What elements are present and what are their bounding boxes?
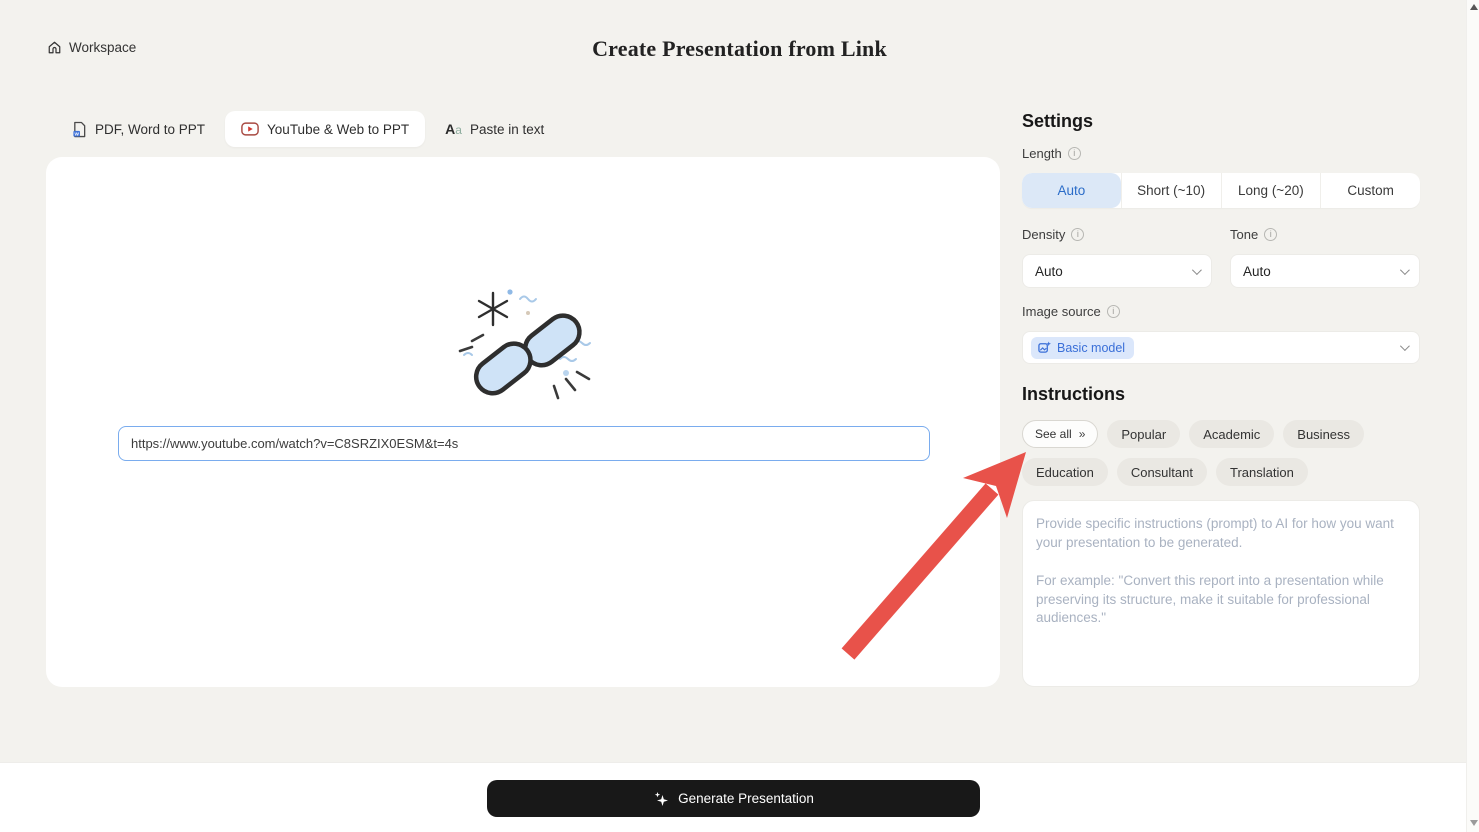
- instruction-tags: See all » Popular Academic Business Educati…: [1022, 420, 1420, 486]
- see-all-label: See all: [1035, 427, 1072, 441]
- chain-link-illustration: [448, 283, 618, 408]
- tone-label-row: Tone i: [1230, 227, 1277, 242]
- info-icon[interactable]: i: [1068, 147, 1081, 160]
- see-all-button[interactable]: See all »: [1022, 420, 1098, 448]
- length-option-custom[interactable]: Custom: [1320, 173, 1420, 208]
- tab-pdf-word-to-ppt[interactable]: W PDF, Word to PPT: [56, 111, 221, 147]
- tag-popular[interactable]: Popular: [1107, 420, 1180, 448]
- chevron-down-icon: [1400, 265, 1410, 275]
- info-icon[interactable]: i: [1107, 305, 1120, 318]
- tag-academic[interactable]: Academic: [1189, 420, 1274, 448]
- tone-select[interactable]: Auto: [1230, 254, 1420, 288]
- tag-translation[interactable]: Translation: [1216, 458, 1308, 486]
- length-option-long-20[interactable]: Long (~20): [1221, 173, 1321, 208]
- info-icon[interactable]: i: [1071, 228, 1084, 241]
- image-model-icon: [1038, 341, 1051, 354]
- tag-consultant[interactable]: Consultant: [1117, 458, 1207, 486]
- image-source-label: Image source: [1022, 304, 1101, 319]
- scrollbar-up-arrow[interactable]: [1470, 4, 1478, 10]
- tag-education[interactable]: Education: [1022, 458, 1108, 486]
- info-icon[interactable]: i: [1264, 228, 1277, 241]
- length-label: Length: [1022, 146, 1062, 161]
- tab-label: PDF, Word to PPT: [95, 122, 205, 137]
- tone-value: Auto: [1243, 264, 1271, 279]
- double-chevron-right-icon: »: [1079, 427, 1086, 441]
- density-label-row: Density i: [1022, 227, 1084, 242]
- svg-text:W: W: [74, 131, 79, 136]
- basic-model-pill: Basic model: [1031, 337, 1134, 359]
- tone-label: Tone: [1230, 227, 1258, 242]
- tab-bar: W PDF, Word to PPT YouTube & Web to PPT …: [56, 111, 560, 147]
- length-segmented-control: AutoShort (~10)Long (~20)Custom: [1022, 173, 1420, 208]
- density-label: Density: [1022, 227, 1065, 242]
- density-select[interactable]: Auto: [1022, 254, 1212, 288]
- youtube-icon: [241, 122, 259, 136]
- density-value: Auto: [1035, 264, 1063, 279]
- length-option-auto[interactable]: Auto: [1022, 173, 1121, 208]
- chevron-down-icon: [1400, 341, 1410, 351]
- page-title: Create Presentation from Link: [0, 36, 1479, 62]
- tab-youtube-web-to-ppt[interactable]: YouTube & Web to PPT: [225, 111, 425, 147]
- create-presentation-page: Workspace Create Presentation from Link …: [0, 0, 1479, 832]
- tab-label: YouTube & Web to PPT: [267, 122, 409, 137]
- length-option-short-10[interactable]: Short (~10): [1121, 173, 1221, 208]
- footer-bar: Generate Presentation: [0, 762, 1479, 832]
- tag-business[interactable]: Business: [1283, 420, 1364, 448]
- scrollbar[interactable]: [1466, 0, 1479, 832]
- generate-presentation-button[interactable]: Generate Presentation: [487, 780, 980, 817]
- chevron-down-icon: [1192, 265, 1202, 275]
- settings-heading: Settings: [1022, 111, 1093, 132]
- instructions-heading: Instructions: [1022, 384, 1125, 405]
- length-label-row: Length i: [1022, 146, 1081, 161]
- tab-paste-in-text[interactable]: Aa Paste in text: [429, 111, 560, 147]
- tab-label: Paste in text: [470, 122, 544, 137]
- scrollbar-down-arrow[interactable]: [1470, 820, 1478, 826]
- link-url-input[interactable]: [118, 426, 930, 461]
- image-source-label-row: Image source i: [1022, 304, 1120, 319]
- text-aa-icon: Aa: [445, 122, 462, 136]
- basic-model-label: Basic model: [1057, 341, 1125, 355]
- instructions-textarea[interactable]: [1022, 500, 1420, 687]
- sparkle-icon: [653, 791, 669, 807]
- generate-presentation-label: Generate Presentation: [678, 791, 814, 806]
- word-document-icon: W: [72, 121, 87, 138]
- link-input-card: [46, 157, 1000, 687]
- image-source-select[interactable]: Basic model: [1022, 331, 1420, 364]
